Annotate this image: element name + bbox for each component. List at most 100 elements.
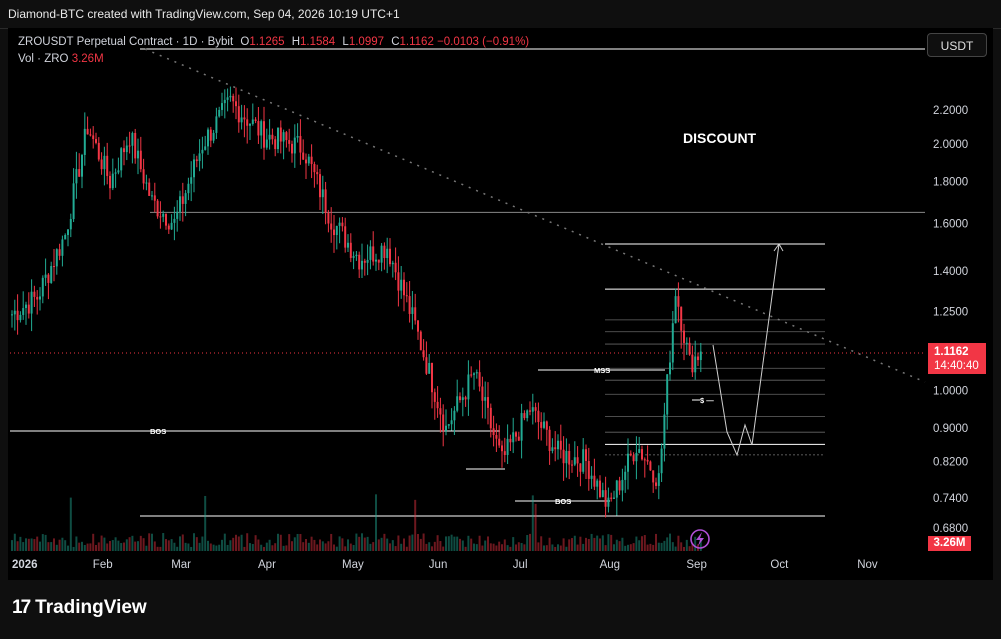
volume-bar (89, 543, 92, 551)
candle-body (559, 440, 562, 450)
legend-volume: Vol · ZRO 3.26M (18, 53, 104, 65)
volume-bar (487, 536, 489, 551)
y-tick-label: 0.6800 (933, 523, 968, 535)
projection-path-1 (712, 344, 753, 457)
candle-body (590, 475, 593, 479)
volume-bar (204, 495, 207, 551)
candle-body (159, 216, 162, 218)
volume-bar (400, 543, 403, 551)
candle-body (694, 356, 697, 373)
volume-bar (489, 543, 492, 551)
volume-bar (433, 541, 436, 551)
candle-body (148, 182, 151, 196)
volume-bar (590, 533, 593, 551)
candle-body (156, 200, 159, 217)
volume-bar (436, 535, 439, 551)
volume-bar (419, 538, 422, 551)
volume-label[interactable]: Vol · ZRO (18, 53, 68, 65)
x-tick-label: Jun (429, 559, 448, 571)
volume-bar (615, 539, 618, 551)
volume-bar (95, 544, 97, 551)
candle-body (291, 143, 293, 154)
volume-bar (243, 546, 246, 551)
volume-bar (523, 544, 526, 551)
volume-bar (92, 533, 95, 551)
volume-bar (226, 544, 229, 551)
tradingview-logo[interactable]: 17 TradingView (12, 597, 147, 619)
candle-body (92, 135, 95, 140)
volume-bar (282, 545, 285, 551)
candle-body (50, 266, 53, 283)
volume-bar (425, 543, 428, 551)
volume-bar (145, 545, 148, 551)
volume-bar (159, 546, 162, 551)
volume-bar (184, 542, 187, 551)
volume-bar (565, 546, 568, 551)
volume-bar (19, 536, 22, 551)
volume-bar (257, 539, 260, 551)
candle-body (680, 306, 683, 331)
volume-bar (198, 542, 201, 551)
volume-bar (106, 543, 109, 551)
candle-body (543, 421, 545, 428)
volume-bar (103, 537, 106, 551)
volume-bar (285, 545, 288, 551)
volume-bar (151, 533, 153, 551)
candle-body (240, 117, 243, 123)
candle-body (204, 146, 207, 150)
y-tick-label: 0.9000 (933, 423, 968, 435)
volume-bar (509, 546, 512, 551)
candle-body (657, 473, 660, 486)
volume-bar (78, 542, 81, 551)
high-value: 1.1584 (300, 36, 336, 48)
volume-bar (69, 497, 72, 551)
volume-bar (411, 534, 414, 551)
volume-bar (218, 544, 221, 551)
candle-body (649, 461, 652, 471)
volume-bar (333, 544, 335, 551)
volume-bar (274, 543, 277, 551)
volume-bar (61, 537, 64, 551)
volume-bar (481, 545, 484, 551)
branding-text: TradingView (35, 597, 147, 618)
candle-body (97, 142, 100, 160)
candle-body (585, 449, 587, 461)
volume-bar (680, 542, 683, 551)
candle-body (114, 172, 117, 174)
volume-bar (271, 545, 274, 551)
candle-body (201, 149, 204, 154)
volume-bar (39, 541, 41, 551)
mss-label: MSS (594, 366, 610, 375)
volume-bar (503, 539, 506, 551)
bos-label-2: BOS (555, 497, 571, 506)
volume-bar (610, 534, 613, 551)
volume-bar (324, 543, 327, 551)
volume-bar (408, 535, 411, 551)
currency-button[interactable]: USDT (927, 33, 987, 57)
candle-body (414, 307, 417, 321)
volume-bar (299, 533, 302, 551)
symbol-label[interactable]: ZROUSDT Perpetual Contract · 1D · Bybit (18, 36, 233, 48)
volume-bar (671, 542, 674, 551)
volume-bar (534, 503, 537, 551)
volume-bar (369, 543, 372, 551)
candle-body (69, 219, 72, 230)
candle-body (193, 159, 195, 178)
candle-body (120, 148, 123, 171)
volume-bar (694, 536, 697, 551)
candle-body (663, 414, 666, 449)
volume-bar (207, 540, 209, 551)
volume-bar (123, 542, 125, 551)
candle-body (671, 323, 674, 363)
candle-body (179, 196, 181, 212)
volume-bar (655, 533, 657, 551)
candle-body (624, 471, 627, 480)
candle-body (226, 97, 229, 100)
candle-body (565, 450, 568, 464)
volume-bar (327, 541, 330, 551)
candle-body (498, 438, 501, 446)
volume-bar (475, 544, 478, 551)
volume-bar (456, 536, 459, 551)
candle-body (341, 222, 344, 227)
volume-bar (380, 537, 383, 551)
